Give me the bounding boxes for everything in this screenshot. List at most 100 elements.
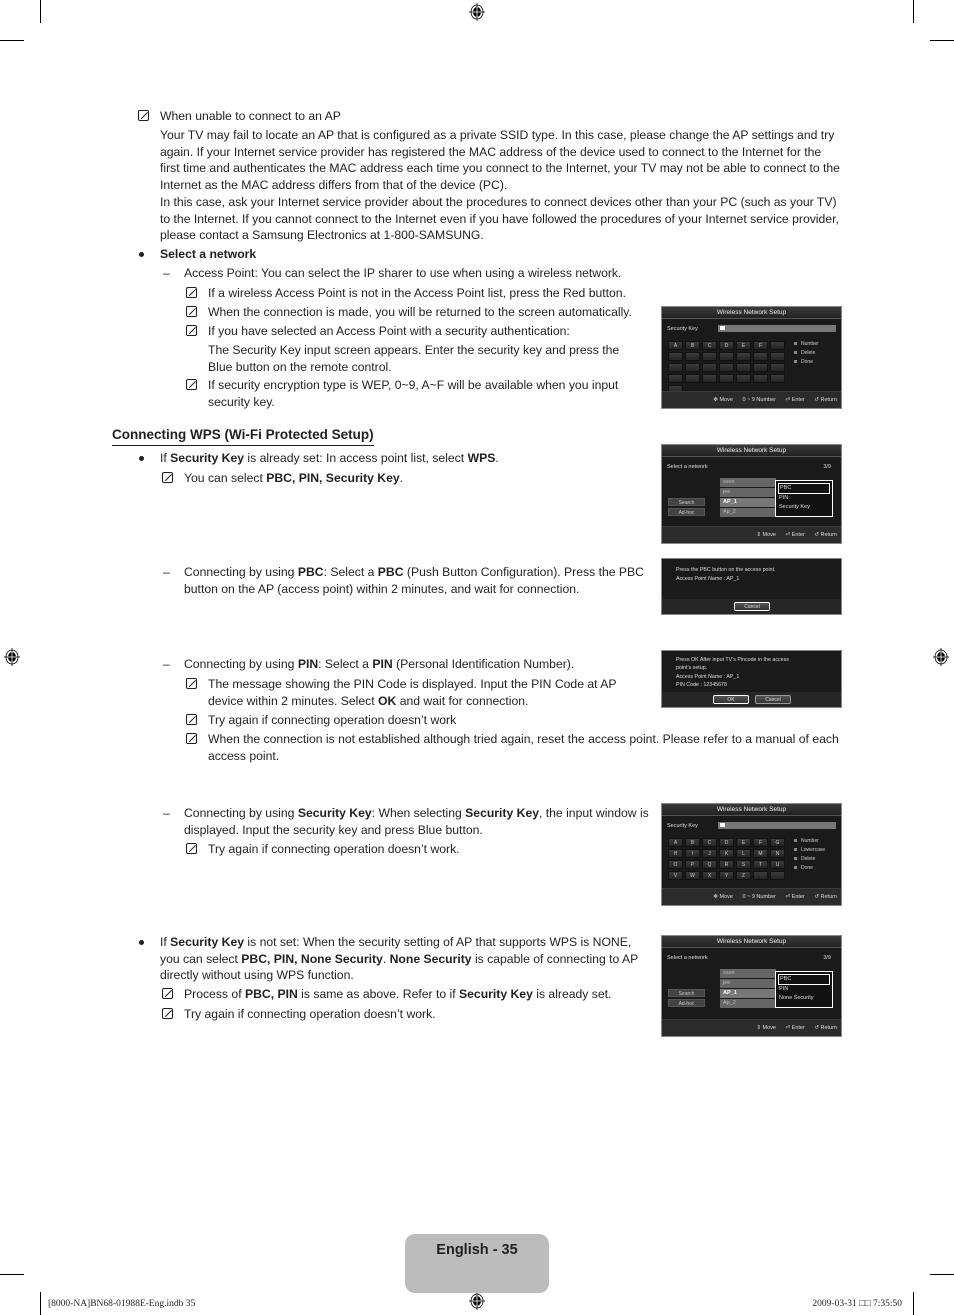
key-blank[interactable] bbox=[770, 352, 785, 361]
key-c[interactable]: C bbox=[702, 838, 717, 847]
paragraph-private-ssid: Your TV may fail to locate an AP that is… bbox=[160, 127, 850, 193]
security-key-label: Security Key bbox=[667, 326, 698, 332]
keypad-grid: ABCDEF bbox=[668, 341, 785, 394]
key-f[interactable]: F bbox=[753, 838, 768, 847]
key-s[interactable]: S bbox=[736, 860, 751, 869]
option-pbc[interactable]: PBC bbox=[778, 483, 830, 494]
ap-item[interactable]: Ap_2 bbox=[720, 508, 776, 517]
key-o[interactable]: O bbox=[668, 860, 683, 869]
key-blank[interactable] bbox=[770, 374, 785, 383]
option-security-key[interactable]: Security Key bbox=[778, 503, 830, 512]
key-d[interactable]: D bbox=[719, 341, 734, 350]
key-d[interactable]: D bbox=[719, 838, 734, 847]
legend-delete[interactable]: Delete bbox=[794, 349, 819, 358]
key-blank[interactable] bbox=[770, 341, 785, 350]
key-a[interactable]: A bbox=[668, 838, 683, 847]
key-g[interactable]: G bbox=[770, 838, 785, 847]
text-line: Blue button on the remote control. bbox=[208, 359, 392, 374]
ap-item-selected[interactable]: AP_1 bbox=[720, 498, 776, 507]
key-blank[interactable] bbox=[668, 363, 683, 372]
print-slug-file: [8000-NA]BN68-01988E-Eng.indb 35 bbox=[48, 1299, 196, 1309]
note-pencil-icon bbox=[186, 287, 197, 298]
key-u[interactable]: U bbox=[770, 860, 785, 869]
key-b[interactable]: B bbox=[685, 838, 700, 847]
screen-footer: ⇕ Move ⏎ Enter ↺ Return bbox=[662, 1019, 841, 1036]
key-l[interactable]: L bbox=[736, 849, 751, 858]
key-n[interactable]: N bbox=[770, 849, 785, 858]
move-hint: ⇕ Move bbox=[756, 1025, 776, 1031]
key-m[interactable]: M bbox=[753, 849, 768, 858]
key-blank[interactable] bbox=[736, 352, 751, 361]
key-v[interactable]: V bbox=[668, 871, 683, 880]
legend-number: Number bbox=[794, 837, 825, 846]
key-t[interactable]: T bbox=[753, 860, 768, 869]
ap-item[interactable]: Ap_2 bbox=[720, 999, 776, 1008]
key-blank[interactable] bbox=[753, 374, 768, 383]
key-blank[interactable] bbox=[685, 352, 700, 361]
option-pbc[interactable]: PBC bbox=[778, 974, 830, 985]
key-blank[interactable] bbox=[719, 352, 734, 361]
key-blank[interactable] bbox=[702, 374, 717, 383]
option-pin[interactable]: PIN bbox=[778, 985, 830, 994]
key-c[interactable]: C bbox=[702, 341, 717, 350]
search-button[interactable]: Search bbox=[668, 989, 705, 997]
key-blank[interactable] bbox=[770, 363, 785, 372]
key-blank[interactable] bbox=[719, 363, 734, 372]
key-blank[interactable] bbox=[736, 374, 751, 383]
ap-item[interactable]: sson bbox=[720, 969, 776, 978]
crop-mark bbox=[0, 40, 24, 41]
key-j[interactable]: J bbox=[702, 849, 717, 858]
ap-item-selected[interactable]: AP_1 bbox=[720, 989, 776, 998]
search-button[interactable]: Search bbox=[668, 498, 705, 506]
key-p[interactable]: P bbox=[685, 860, 700, 869]
key-blank[interactable] bbox=[770, 871, 785, 880]
security-key-input[interactable] bbox=[718, 822, 836, 829]
ap-item[interactable]: sson bbox=[720, 478, 776, 487]
key-x[interactable]: X bbox=[702, 871, 717, 880]
legend-lowercase[interactable]: Lowercase bbox=[794, 846, 825, 855]
key-r[interactable]: R bbox=[719, 860, 734, 869]
key-blank[interactable] bbox=[668, 374, 683, 383]
key-k[interactable]: K bbox=[719, 849, 734, 858]
key-f[interactable]: F bbox=[753, 341, 768, 350]
note-wep: If security encryption type is WEP, 0~9,… bbox=[208, 377, 618, 410]
security-key-input[interactable] bbox=[718, 325, 836, 332]
key-blank[interactable] bbox=[702, 352, 717, 361]
key-e[interactable]: E bbox=[736, 838, 751, 847]
adhoc-button[interactable]: Ad-hoc bbox=[668, 508, 705, 516]
ok-button[interactable]: OK bbox=[713, 695, 749, 704]
cancel-button[interactable]: Cancel bbox=[755, 695, 791, 704]
key-blank[interactable] bbox=[668, 352, 683, 361]
adhoc-button[interactable]: Ad-hoc bbox=[668, 999, 705, 1007]
tv-screen-select-network: Wireless Network Setup Select a network … bbox=[661, 444, 842, 544]
key-i[interactable]: I bbox=[685, 849, 700, 858]
key-blank[interactable] bbox=[719, 374, 734, 383]
legend-done[interactable]: Done bbox=[794, 358, 819, 367]
legend-delete[interactable]: Delete bbox=[794, 855, 825, 864]
option-pin[interactable]: PIN bbox=[778, 494, 830, 503]
key-blank[interactable] bbox=[685, 363, 700, 372]
access-point-text: Access Point: You can select the IP shar… bbox=[184, 266, 622, 280]
key-y[interactable]: Y bbox=[719, 871, 734, 880]
key-e[interactable]: E bbox=[736, 341, 751, 350]
legend-done[interactable]: Done bbox=[794, 864, 825, 873]
ap-item[interactable]: jee bbox=[720, 488, 776, 497]
key-z[interactable]: Z bbox=[736, 871, 751, 880]
option-none-security[interactable]: None Security bbox=[778, 994, 830, 1003]
key-blank[interactable] bbox=[736, 363, 751, 372]
key-blank[interactable] bbox=[753, 363, 768, 372]
key-blank[interactable] bbox=[753, 352, 768, 361]
key-blank[interactable] bbox=[702, 363, 717, 372]
key-h[interactable]: H bbox=[668, 849, 683, 858]
ap-item[interactable]: jee bbox=[720, 979, 776, 988]
key-blank[interactable] bbox=[753, 871, 768, 880]
tv-dialog-pbc: Press the PBC button on the access point… bbox=[661, 558, 842, 615]
return-hint: ↺ Return bbox=[814, 397, 837, 403]
key-blank[interactable] bbox=[685, 374, 700, 383]
note-pencil-icon bbox=[186, 733, 197, 744]
key-q[interactable]: Q bbox=[702, 860, 717, 869]
cancel-button[interactable]: Cancel bbox=[734, 602, 770, 611]
key-a[interactable]: A bbox=[668, 341, 683, 350]
key-w[interactable]: W bbox=[685, 871, 700, 880]
key-b[interactable]: B bbox=[685, 341, 700, 350]
